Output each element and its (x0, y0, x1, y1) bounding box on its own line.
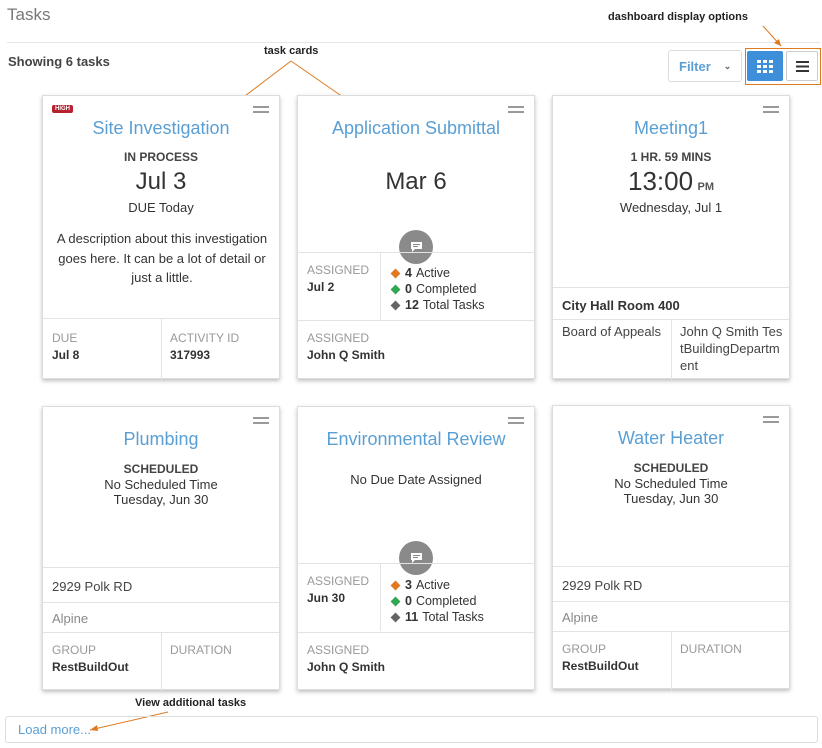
scheduled-day: Tuesday, Jun 30 (623, 491, 719, 506)
card-divider (298, 252, 534, 253)
total-label: Total Tasks (422, 610, 484, 624)
assigned-label: ASSIGNED (307, 263, 370, 277)
time-ampm: PM (697, 181, 715, 193)
card-divider (298, 632, 534, 633)
field-value: RestBuildOut (52, 660, 129, 674)
scheduled-time: No Scheduled Time (614, 476, 728, 491)
footer-label: ASSIGNED (307, 331, 370, 345)
task-card[interactable]: Water Heater SCHEDULED No Scheduled Time… (552, 405, 790, 690)
field-value: RestBuildOut (562, 659, 639, 673)
footer-value: John Q Smith (307, 348, 385, 362)
time-value: 13:00 (627, 166, 694, 196)
active-count: 3 (405, 578, 412, 592)
total-diamond-icon (390, 300, 401, 310)
address: 2929 Polk RD (562, 578, 643, 593)
task-card[interactable]: Environmental Review No Due Date Assigne… (297, 406, 535, 690)
meeting-board: Board of Appeals (562, 324, 662, 339)
completed-label: Completed (415, 282, 477, 296)
card-divider-vertical (671, 319, 672, 380)
task-stats: 3 Active 0 Completed 11 Total Tasks (390, 577, 484, 625)
field-label: DUE (52, 331, 78, 345)
card-title[interactable]: Environmental Review (298, 429, 534, 450)
city: Alpine (52, 611, 89, 626)
card-menu-icon[interactable] (763, 416, 779, 423)
task-card[interactable]: HIGH Site Investigation IN PROCESS Jul 3… (42, 95, 280, 380)
assigned-label: ASSIGNED (307, 574, 370, 588)
due-text: DUE Today (128, 200, 194, 215)
assigned-date: Jun 30 (307, 591, 346, 605)
card-menu-icon[interactable] (763, 106, 779, 113)
completed-label: Completed (415, 594, 477, 608)
card-date: Jul 3 (135, 168, 187, 195)
card-divider-vertical (671, 631, 672, 690)
total-count: 12 (405, 298, 419, 312)
card-status: SCHEDULED (123, 462, 199, 476)
card-divider-vertical (380, 563, 381, 631)
priority-badge: HIGH (52, 105, 73, 113)
card-title[interactable]: Plumbing (43, 429, 279, 450)
active-diamond-icon (390, 268, 401, 278)
card-divider (553, 287, 789, 288)
field-label: DURATION (680, 642, 742, 656)
card-menu-icon[interactable] (508, 106, 524, 113)
city: Alpine (562, 610, 599, 625)
card-menu-icon[interactable] (253, 106, 269, 113)
meeting-location: City Hall Room 400 (562, 298, 680, 313)
card-status: IN PROCESS (123, 150, 198, 164)
card-status: SCHEDULED (633, 461, 709, 475)
card-title[interactable]: Water Heater (553, 428, 789, 449)
active-count: 4 (405, 266, 412, 280)
active-diamond-icon (390, 580, 401, 590)
assigned-date: Jul 2 (307, 280, 335, 294)
total-count: 11 (405, 610, 419, 624)
card-title[interactable]: Meeting1 (553, 118, 789, 139)
meeting-attendee: John Q Smith TestBuildingDepartment (680, 324, 783, 373)
field-label: ACTIVITY ID (170, 331, 240, 345)
card-title[interactable]: Site Investigation (43, 118, 279, 139)
scheduled-time: No Scheduled Time (104, 477, 218, 492)
total-label: Total Tasks (422, 298, 485, 312)
card-date: Mar 6 (385, 168, 447, 195)
comment-icon[interactable] (399, 541, 433, 575)
card-menu-icon[interactable] (253, 417, 269, 424)
completed-diamond-icon (390, 284, 401, 294)
address: 2929 Polk RD (52, 579, 133, 594)
card-divider-vertical (161, 318, 162, 380)
task-card[interactable]: Meeting1 1 HR. 59 MINS 13:00 PM Wednesda… (552, 95, 790, 380)
meeting-day: Wednesday, Jul 1 (619, 200, 723, 215)
scheduled-day: Tuesday, Jun 30 (113, 492, 209, 507)
card-divider-vertical (380, 252, 381, 320)
load-more-button[interactable]: Load more... (5, 716, 818, 743)
field-value: Jul 8 (52, 348, 80, 362)
card-divider (43, 567, 279, 568)
completed-count: 0 (405, 594, 412, 608)
field-value: 317993 (170, 348, 211, 362)
card-divider (298, 320, 534, 321)
due-text: No Due Date Assigned (350, 472, 482, 487)
active-label: Active (415, 578, 450, 592)
card-menu-icon[interactable] (508, 417, 524, 424)
field-label: DURATION (170, 643, 232, 657)
card-divider-vertical (161, 632, 162, 691)
completed-diamond-icon (390, 596, 401, 606)
card-divider (553, 601, 789, 602)
completed-count: 0 (405, 282, 412, 296)
active-label: Active (415, 266, 450, 280)
footer-label: ASSIGNED (307, 643, 370, 657)
card-description: A description about this investigation g… (56, 231, 268, 285)
total-diamond-icon (390, 612, 401, 622)
task-card[interactable]: Plumbing SCHEDULED No Scheduled Time Tue… (42, 406, 280, 691)
field-label: GROUP (52, 643, 97, 657)
card-divider (43, 602, 279, 603)
card-divider (553, 566, 789, 567)
task-card[interactable]: Application Submittal Mar 6 ASSIGNED Jul… (297, 95, 535, 379)
card-divider (298, 563, 534, 564)
task-stats: 4 Active 0 Completed 12 Total Tasks (390, 265, 485, 313)
field-label: GROUP (562, 642, 607, 656)
meeting-duration: 1 HR. 59 MINS (630, 150, 712, 164)
card-title[interactable]: Application Submittal (298, 118, 534, 139)
meeting-time: 13:00 PM (553, 166, 789, 197)
comment-icon[interactable] (399, 230, 433, 264)
footer-value: John Q Smith (307, 660, 385, 674)
